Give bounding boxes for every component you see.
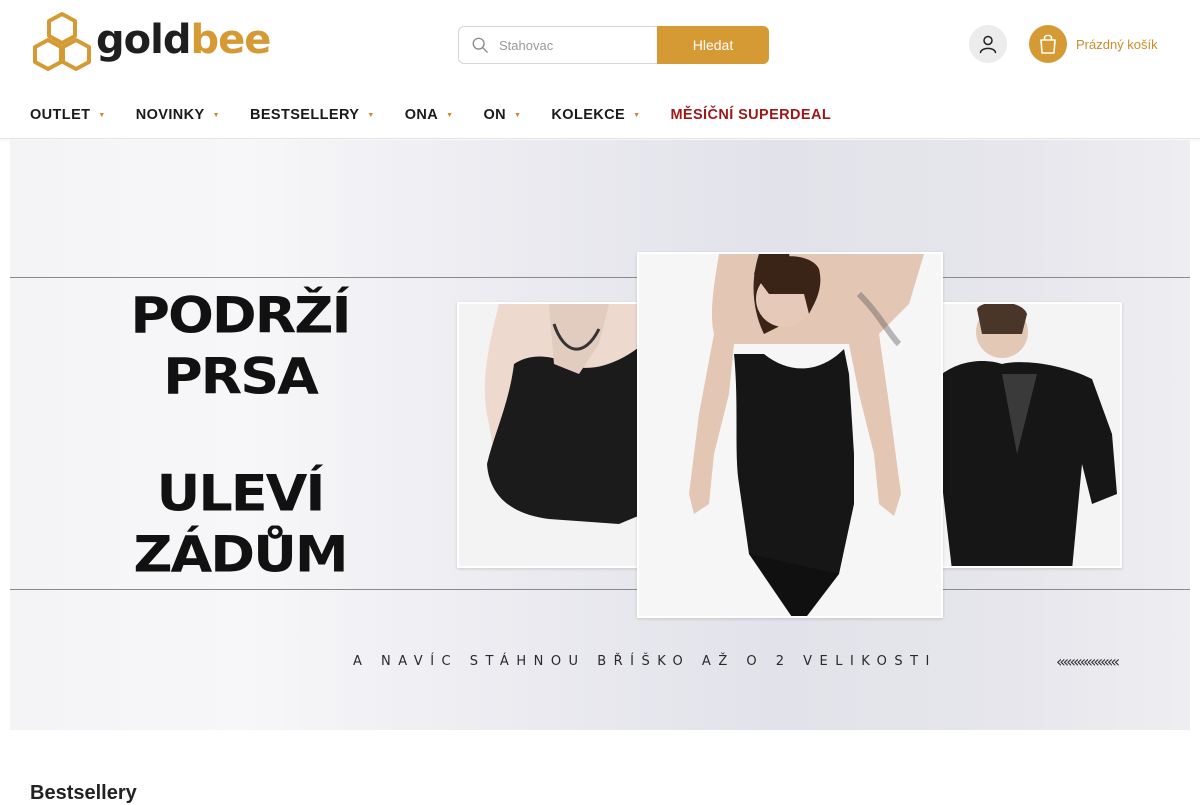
banner-divider-top	[10, 277, 1190, 278]
site-header: goldbee Hledat Prázdný košík	[0, 0, 1200, 92]
nav-item-ona[interactable]: ONA ▼	[405, 107, 454, 123]
banner-tagline: A NAVÍC STÁHNOU BŘÍŠKO AŽ O 2 VELIKOSTI	[353, 654, 937, 669]
hero-banner[interactable]: PODRŽÍ PRSA ULEVÍ ZÁDŮM A NAVÍC STÁHNOU …	[10, 140, 1190, 730]
search-icon	[472, 37, 488, 53]
bodysuit-front-image	[459, 304, 639, 566]
nav-item-label: MĚSÍČNÍ SUPERDEAL	[670, 107, 832, 123]
chevron-down-icon: ▼	[367, 111, 375, 119]
shopping-bag-icon	[1040, 34, 1056, 54]
honeycomb-logo-icon	[33, 12, 91, 71]
search-button[interactable]: Hledat	[657, 26, 769, 64]
bestsellers-section-title: Bestsellery	[30, 782, 137, 804]
nav-item-outlet[interactable]: OUTLET ▼	[30, 107, 106, 123]
model-bodysuit-image	[639, 254, 941, 616]
logo-link[interactable]: goldbee	[30, 11, 271, 73]
cart-link[interactable]: Prázdný košík	[1029, 24, 1158, 64]
long-sleeve-bodysuit-image	[942, 304, 1120, 566]
nav-item-label: ON	[483, 107, 507, 123]
banner-divider-bottom	[10, 589, 1190, 590]
banner-headline-line4: ZÁDŮM	[133, 525, 348, 584]
nav-item-on[interactable]: ON ▼	[483, 107, 521, 123]
nav-item-label: OUTLET	[30, 107, 91, 123]
banner-headline-line3: ULEVÍ	[156, 464, 325, 523]
nav-item-label: KOLEKCE	[551, 107, 626, 123]
chevrons-left-icon: «««««««««	[1056, 652, 1120, 671]
nav-item-label: BESTSELLERY	[249, 107, 360, 123]
search-form: Hledat	[458, 26, 769, 64]
chevron-down-icon: ▼	[514, 111, 522, 119]
product-photo-right	[940, 302, 1122, 568]
product-photo-left	[457, 302, 641, 568]
cart-status-label: Prázdný košík	[1076, 36, 1158, 52]
chevron-down-icon: ▼	[633, 111, 641, 119]
chevron-down-icon: ▼	[212, 111, 220, 119]
nav-item-label: ONA	[404, 107, 439, 123]
nav-item-bestsellery[interactable]: BESTSELLERY ▼	[250, 107, 375, 123]
main-navigation: OUTLET ▼ NOVINKY ▼ BESTSELLERY ▼ ONA ▼ ON ▼ K…	[0, 92, 1200, 139]
nav-item-label: NOVINKY	[135, 107, 205, 123]
banner-headline-line1: PODRŽÍ	[130, 286, 351, 345]
nav-item-kolekce[interactable]: KOLEKCE ▼	[551, 107, 640, 123]
user-account-button[interactable]	[969, 25, 1007, 63]
nav-item-superdeal[interactable]: MĚSÍČNÍ SUPERDEAL	[670, 107, 831, 123]
nav-item-novinky[interactable]: NOVINKY ▼	[136, 107, 220, 123]
product-photo-main	[637, 252, 943, 618]
search-field-wrapper	[458, 26, 657, 64]
banner-headline-line2: PRSA	[163, 347, 319, 406]
user-icon	[979, 35, 997, 54]
logo-wordmark: goldbee	[96, 17, 271, 63]
search-input[interactable]	[499, 37, 639, 53]
chevron-down-icon: ▼	[446, 111, 454, 119]
chevron-down-icon: ▼	[98, 111, 106, 119]
cart-button[interactable]	[1029, 25, 1067, 63]
